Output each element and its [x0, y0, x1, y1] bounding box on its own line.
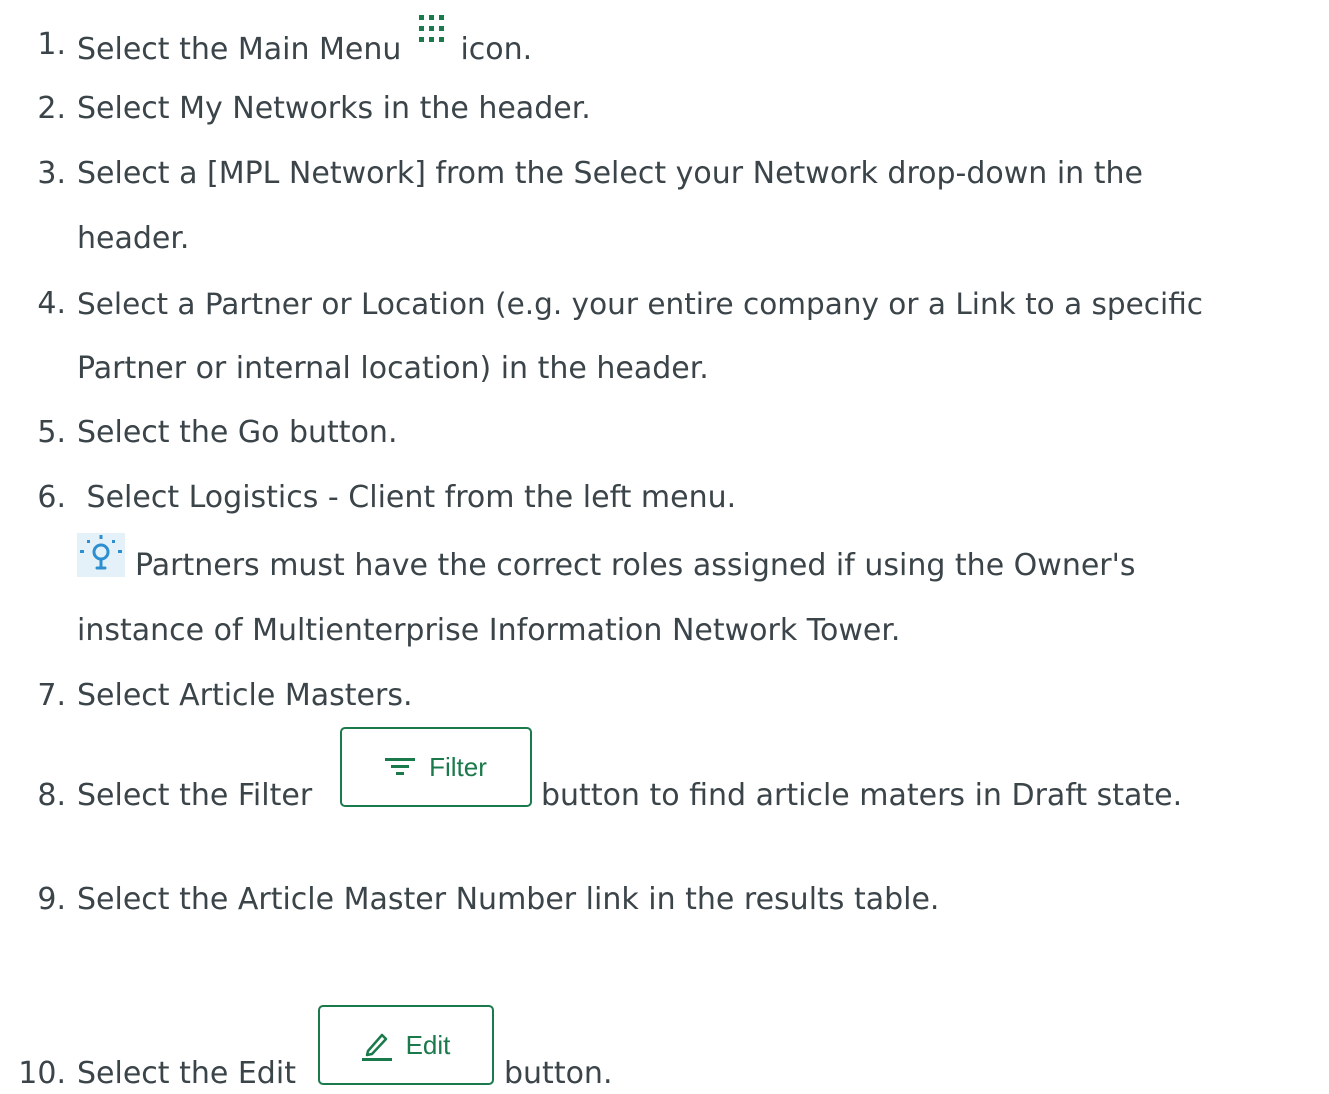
step-number: 6. [37, 480, 66, 515]
edit-button[interactable]: Edit [318, 1005, 494, 1085]
step-number: 7. [37, 678, 66, 713]
step-number: 3. [37, 156, 66, 191]
step-number: 8. [37, 778, 66, 813]
step-text-suffix: button. [504, 1056, 613, 1091]
step-text: Select Logistics - Client from the left … [77, 480, 737, 515]
step-number: 1. [37, 27, 66, 62]
step-number: 4. [37, 286, 66, 321]
filter-button-label: Filter [429, 751, 487, 782]
step-number: 10. [18, 1056, 66, 1091]
step-text-suffix: icon. [460, 32, 533, 67]
step-text: Select the Edit [77, 1056, 296, 1091]
step-text: Select the Go button. [77, 415, 398, 450]
lightbulb-icon [77, 533, 125, 577]
step-text: Select the Article Master Number link in… [77, 882, 940, 917]
step-text: Select the Main Menu [77, 32, 402, 67]
step-text: Partner or internal location) in the hea… [77, 351, 709, 386]
step-text: Select My Networks in the header. [77, 91, 591, 126]
filter-icon [385, 757, 416, 777]
step-text: Select a [MPL Network] from the Select y… [77, 156, 1143, 191]
step-text: Select the Filter [77, 778, 313, 813]
step-number: 5. [37, 415, 66, 450]
edit-button-label: Edit [405, 1029, 451, 1060]
step-text: Select a Partner or Location (e.g. your … [77, 287, 1204, 321]
step-number: 2. [37, 91, 66, 126]
step-text: header. [77, 221, 190, 256]
step-text-suffix: button to find article maters in Draft s… [541, 778, 1183, 813]
grid-dots-icon [411, 13, 451, 43]
step-text: Select Article Masters. [77, 678, 413, 713]
tip-text: instance of Multienterprise Information … [77, 613, 901, 648]
filter-button[interactable]: Filter [340, 727, 532, 807]
step-number: 9. [37, 882, 66, 917]
tip-text: Partners must have the correct roles ass… [135, 548, 1136, 583]
pencil-icon [361, 1029, 392, 1061]
